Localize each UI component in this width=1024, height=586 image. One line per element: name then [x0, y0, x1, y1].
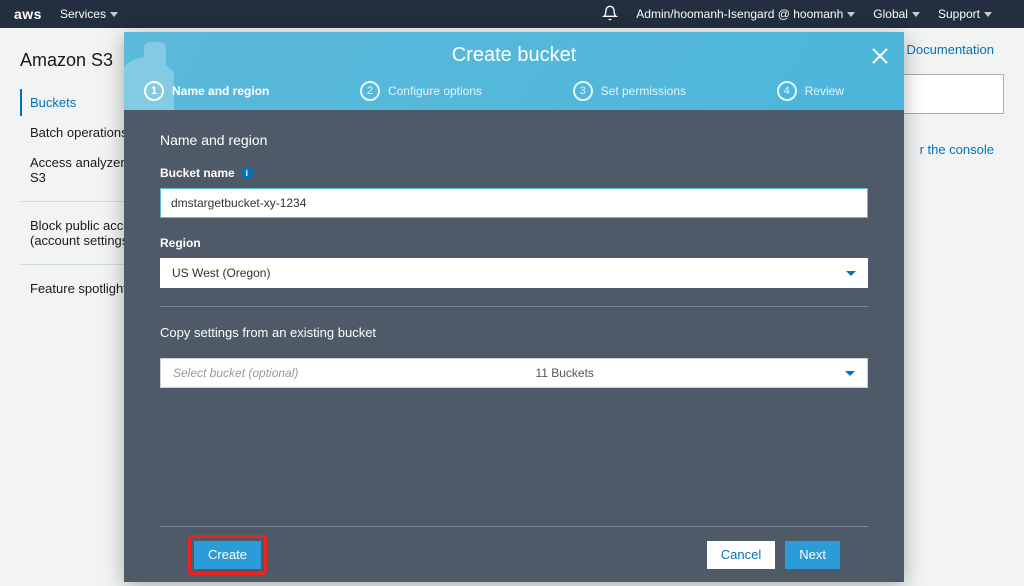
region-menu[interactable]: Global	[873, 7, 920, 21]
step-label: Review	[805, 84, 844, 98]
sidebar-item-label: Batch operations	[30, 125, 128, 140]
wizard-step-configure-options[interactable]: 2 Configure options	[360, 81, 482, 101]
support-label: Support	[938, 7, 980, 21]
region-value: US West (Oregon)	[172, 266, 270, 280]
modal-title: Create bucket	[124, 44, 904, 67]
discover-box	[894, 74, 1004, 114]
info-icon[interactable]: i	[241, 167, 253, 179]
copy-bucket-select[interactable]: Select bucket (optional) 11 Buckets	[160, 358, 868, 388]
aws-logo[interactable]: aws	[14, 6, 42, 22]
next-button[interactable]: Next	[785, 541, 840, 569]
bucket-name-input[interactable]	[160, 188, 868, 218]
create-button-highlight: Create	[188, 535, 267, 575]
modal-footer: Create Cancel Next	[160, 526, 868, 582]
section-divider	[160, 306, 868, 307]
console-link[interactable]: r the console	[920, 142, 994, 157]
create-button[interactable]: Create	[194, 541, 261, 569]
chevron-down-icon	[846, 271, 856, 276]
bucket-name-label: Bucket name i	[160, 166, 868, 180]
region-field: Region US West (Oregon)	[160, 236, 868, 288]
copy-placeholder: Select bucket (optional)	[173, 366, 298, 380]
region-label: Global	[873, 7, 908, 21]
copy-settings-field: Copy settings from an existing bucket Se…	[160, 325, 868, 388]
modal-header: Create bucket 1 Name and region 2 Config…	[124, 32, 904, 110]
account-menu[interactable]: Admin/hoomanh-Isengard @ hoomanh	[636, 7, 855, 21]
cancel-button[interactable]: Cancel	[707, 541, 775, 569]
top-header: aws Services Admin/hoomanh-Isengard @ ho…	[0, 0, 1024, 28]
notifications-icon[interactable]	[602, 5, 618, 24]
region-select[interactable]: US West (Oregon)	[160, 258, 868, 288]
section-title: Name and region	[160, 132, 868, 148]
close-icon[interactable]	[870, 46, 890, 72]
caret-down-icon	[110, 12, 118, 17]
region-label: Region	[160, 236, 868, 250]
step-label: Configure options	[388, 84, 482, 98]
support-menu[interactable]: Support	[938, 7, 992, 21]
step-number: 2	[360, 81, 380, 101]
caret-down-icon	[984, 12, 992, 17]
copy-settings-label: Copy settings from an existing bucket	[160, 325, 868, 340]
caret-down-icon	[912, 12, 920, 17]
bucket-count: 11 Buckets	[535, 366, 593, 380]
caret-down-icon	[847, 12, 855, 17]
label-text: Bucket name	[160, 166, 235, 180]
label-text: Region	[160, 236, 201, 250]
header-decor-icon	[124, 32, 214, 110]
services-menu[interactable]: Services	[60, 7, 118, 21]
sidebar-item-label: Buckets	[30, 95, 76, 110]
label-text: Copy settings from an existing bucket	[160, 325, 376, 340]
step-number: 3	[573, 81, 593, 101]
wizard-steps: 1 Name and region 2 Configure options 3 …	[124, 67, 904, 101]
sidebar-item-label: Feature spotlight	[30, 281, 127, 296]
wizard-step-review[interactable]: 4 Review	[777, 81, 844, 101]
modal-body: Name and region Bucket name i Region US …	[124, 110, 904, 526]
chevron-down-icon	[845, 371, 855, 376]
documentation-link[interactable]: Documentation	[907, 42, 994, 57]
bucket-name-field: Bucket name i	[160, 166, 868, 218]
step-number: 4	[777, 81, 797, 101]
account-label: Admin/hoomanh-Isengard @ hoomanh	[636, 7, 843, 21]
wizard-step-set-permissions[interactable]: 3 Set permissions	[573, 81, 686, 101]
create-bucket-modal: Create bucket 1 Name and region 2 Config…	[124, 32, 904, 582]
services-label: Services	[60, 7, 106, 21]
sidebar-divider	[20, 264, 140, 265]
step-label: Set permissions	[601, 84, 686, 98]
sidebar-divider	[20, 201, 140, 202]
